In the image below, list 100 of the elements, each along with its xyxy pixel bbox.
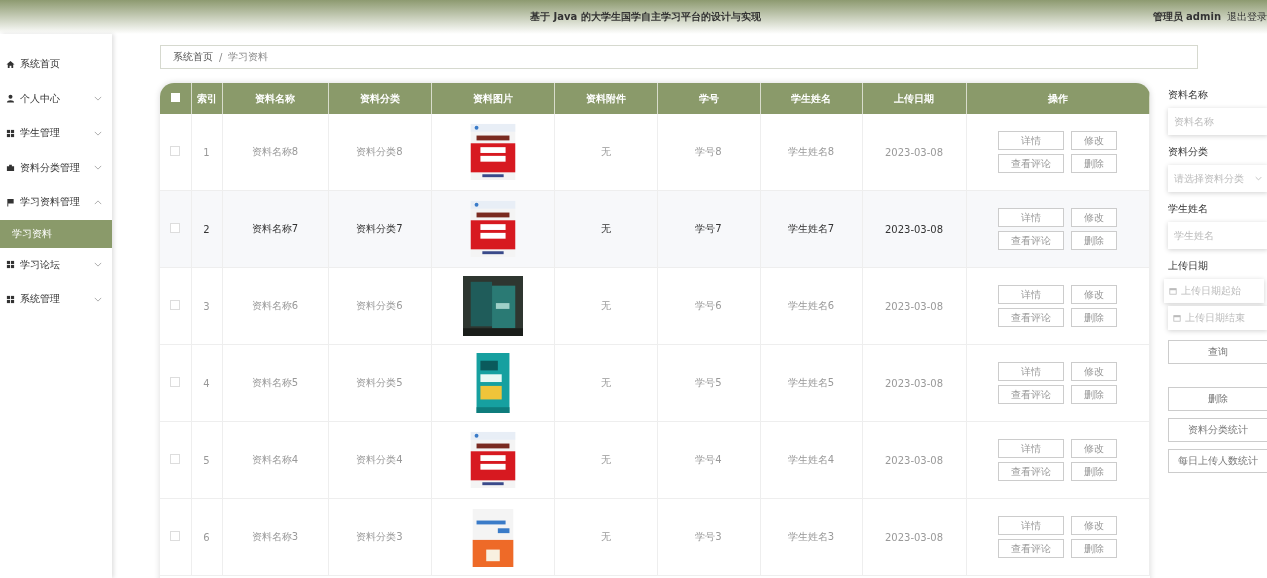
select-all-checkbox[interactable] [170, 93, 180, 102]
action-button[interactable]: 详情 [998, 208, 1065, 227]
action-button[interactable]: 删除 [1071, 539, 1118, 558]
action-button[interactable]: 查看评论 [998, 539, 1065, 558]
action-button[interactable]: 删除 [1071, 154, 1118, 173]
action-button[interactable]: 删除 [1071, 308, 1118, 327]
table-row[interactable]: 6 资料名称3 资料分类3 无 学号3 学生姓名3 2023-03-08 详情 修改 查看评论 删除 [160, 498, 1150, 576]
person-icon [6, 94, 15, 104]
table-cell: 资料名称8 [251, 146, 299, 157]
table-cell: 学生姓名5 [787, 377, 835, 388]
user-name: 管理员 admin [1152, 10, 1221, 24]
table-cell: 无 [600, 146, 611, 157]
row-checkbox[interactable] [170, 454, 181, 464]
table-cell: 学生姓名7 [787, 223, 835, 234]
table-cell: 学号8 [695, 146, 722, 157]
action-button[interactable]: 修改 [1071, 439, 1118, 458]
table-cell: 2023-03-08 [884, 300, 944, 312]
table-cell: 3 [203, 300, 210, 312]
table-cell: 资料分类7 [356, 223, 403, 234]
breadcrumb-link[interactable]: 系统首页 [173, 50, 213, 64]
table-cell: 2023-03-08 [884, 454, 944, 466]
action-button[interactable]: 修改 [1071, 285, 1118, 304]
action-button[interactable]: 查看评论 [998, 462, 1065, 481]
table-row[interactable]: 5 资料名称4 资料分类4 无 学号4 学生姓名4 2023-03-08 详情 修改 查看评论 删除 [160, 421, 1150, 499]
table-cell: 无 [600, 377, 611, 388]
table-row[interactable]: 4 资料名称5 资料分类5 无 学号5 学生姓名5 2023-03-08 详情 修改 查看评论 删除 [160, 344, 1150, 422]
action-button[interactable]: 删除 [1071, 462, 1118, 481]
table-cell: 2023-03-08 [884, 146, 944, 158]
row-checkbox[interactable] [170, 531, 181, 541]
table-cell: 资料分类4 [356, 454, 403, 465]
table-cell: 资料名称7 [251, 223, 299, 234]
menu-item[interactable]: 学习论坛 [0, 247, 112, 282]
field-label: 上传日期 [1168, 259, 1209, 273]
table-cell: 2023-03-08 [884, 377, 944, 389]
action-button[interactable]: 修改 [1071, 208, 1118, 227]
breadcrumb-separator: / [219, 51, 223, 63]
action-button[interactable]: 查询 [1168, 340, 1267, 364]
search-field[interactable]: 资料名称 [1168, 108, 1267, 135]
column-header: 学生姓名 [791, 92, 831, 104]
briefcase-icon [6, 163, 15, 173]
action-button[interactable]: 删除 [1071, 385, 1118, 404]
action-button[interactable]: 详情 [998, 362, 1065, 381]
table-cell: 资料名称6 [251, 300, 299, 311]
action-button[interactable]: 查看评论 [998, 231, 1065, 250]
action-button[interactable]: 修改 [1071, 131, 1118, 150]
menu-item[interactable]: 学习资料管理 [0, 185, 112, 220]
table-cell: 学号4 [695, 454, 722, 465]
action-button[interactable]: 修改 [1071, 362, 1118, 381]
action-button[interactable]: 查看评论 [998, 308, 1065, 327]
action-button[interactable]: 资料分类统计 [1168, 418, 1267, 442]
flag-icon [6, 197, 15, 207]
field-label: 学生姓名 [1168, 202, 1209, 216]
menu-item[interactable]: 学生管理 [0, 116, 112, 151]
action-button[interactable]: 每日上传人数统计 [1168, 449, 1267, 473]
action-button[interactable]: 查看评论 [998, 154, 1065, 173]
submenu-item[interactable]: 学习资料 [0, 219, 112, 248]
table-cell: 6 [203, 531, 210, 543]
calendar-icon [1173, 314, 1181, 322]
search-field[interactable]: 学生姓名 [1168, 222, 1267, 249]
home-icon [6, 59, 15, 69]
table-cell: 学号3 [695, 531, 722, 542]
grid-icon [6, 128, 15, 138]
action-button[interactable]: 修改 [1071, 516, 1118, 535]
table-cell: 资料分类3 [356, 531, 403, 542]
row-checkbox[interactable] [170, 223, 181, 233]
action-button[interactable]: 详情 [998, 131, 1065, 150]
table-row[interactable]: 2 资料名称7 资料分类7 无 学号7 学生姓名7 2023-03-08 详情 修改 查看评论 删除 [160, 190, 1150, 268]
action-button[interactable]: 查看评论 [998, 385, 1065, 404]
app-title: 基于 Java 的大学生国学自主学习平台的设计与实现 [530, 10, 761, 24]
action-button[interactable]: 删除 [1071, 231, 1118, 250]
table-cell: 学生姓名6 [787, 300, 835, 311]
table-cell: 资料分类6 [356, 300, 403, 311]
action-button[interactable]: 删除 [1168, 387, 1267, 411]
field-label: 资料分类 [1168, 145, 1209, 159]
table-cell: 学号5 [695, 377, 722, 388]
table-cell: 资料名称3 [251, 531, 299, 542]
menu-item[interactable]: 系统管理 [0, 282, 112, 317]
column-header: 资料分类 [359, 92, 400, 104]
grid-icon [6, 294, 15, 304]
menu-item[interactable]: 个人中心 [0, 81, 112, 116]
table-cell: 学生姓名4 [787, 454, 835, 465]
action-button[interactable]: 详情 [998, 439, 1065, 458]
table-cell: 无 [600, 223, 611, 234]
row-checkbox[interactable] [170, 300, 181, 310]
table-cell: 资料分类5 [356, 377, 403, 388]
logout-link[interactable]: 退出登录 [1227, 10, 1267, 24]
column-header: 资料图片 [472, 92, 513, 104]
action-button[interactable]: 详情 [998, 285, 1065, 304]
column-header: 操作 [1047, 92, 1068, 104]
action-button[interactable]: 详情 [998, 516, 1065, 535]
table-cell: 1 [203, 146, 210, 158]
table-row[interactable]: 1 资料名称8 资料分类8 无 学号8 学生姓名8 2023-03-08 详情 修改 查看评论 删除 [160, 114, 1150, 191]
table-cell: 学号7 [695, 223, 722, 234]
table-cell: 资料名称4 [251, 454, 299, 465]
table-cell: 学生姓名8 [787, 146, 835, 157]
table-row[interactable]: 3 资料名称6 资料分类6 无 学号6 学生姓名6 2023-03-08 详情 修改 查看评论 删除 [160, 267, 1150, 345]
row-checkbox[interactable] [170, 377, 181, 387]
row-checkbox[interactable] [170, 146, 181, 156]
menu-item[interactable]: 资料分类管理 [0, 150, 112, 185]
menu-item[interactable]: 系统首页 [0, 47, 112, 82]
